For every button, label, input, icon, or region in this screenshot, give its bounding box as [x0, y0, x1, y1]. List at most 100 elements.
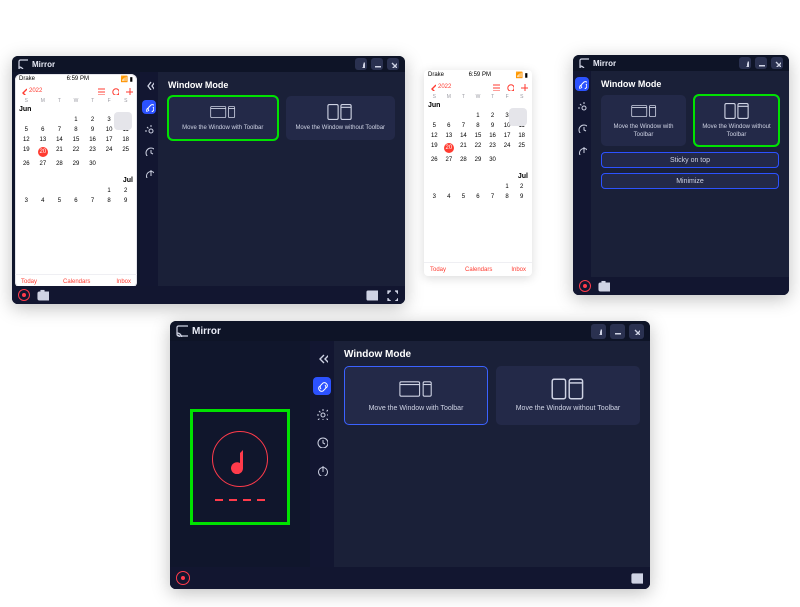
sidebar-item-window-mode[interactable] [142, 100, 156, 114]
titlebar: Mirror [170, 321, 650, 341]
mode-card-with-toolbar[interactable]: Move the Window with Toolbar [344, 366, 488, 425]
titlebar: Mirror [12, 56, 405, 72]
sidebar-item-settings[interactable] [142, 122, 156, 136]
sidebar-item-recent[interactable] [575, 121, 589, 135]
calendars-button[interactable]: Calendars [63, 279, 90, 285]
close-button[interactable] [387, 58, 399, 70]
today-cell[interactable]: 20 [35, 145, 52, 159]
menu-icon[interactable] [97, 87, 105, 95]
layout-button[interactable] [630, 572, 644, 584]
main-panel: Window Mode Move the Window with Toolbar… [334, 341, 650, 589]
mode-label: Move the Window with Toolbar [369, 405, 464, 414]
add-icon[interactable] [125, 87, 133, 95]
app-title: Mirror [192, 326, 221, 337]
pin-button[interactable] [739, 57, 751, 69]
footer [170, 567, 650, 589]
carrier-text: Drake [19, 76, 35, 82]
footer [12, 286, 405, 304]
calendar-footer: Today Calendars Inbox [424, 262, 532, 276]
search-icon[interactable] [506, 83, 514, 91]
sidebar-item-recent[interactable] [142, 144, 156, 158]
collapse-button[interactable] [142, 78, 156, 92]
sidebar-item-power[interactable] [575, 143, 589, 157]
today-button[interactable]: Today [430, 267, 446, 273]
statusbar-time: 6:59 PM [469, 72, 491, 78]
battery-icon: 📶 ▮ [516, 72, 528, 79]
camera-button[interactable] [36, 289, 50, 301]
layout-button[interactable] [365, 289, 379, 301]
statusbar-time: 6:59 PM [67, 76, 89, 82]
pin-button[interactable] [355, 58, 367, 70]
mode-label: Move the Window with Toolbar [606, 124, 681, 139]
sidebar-item-power[interactable] [142, 166, 156, 180]
add-widget[interactable] [114, 112, 132, 130]
back-icon[interactable] [428, 83, 436, 91]
mirrored-device: Drake 6:59 PM 📶 ▮ 2022 SM [15, 74, 137, 288]
add-icon[interactable] [520, 83, 528, 91]
music-circle-icon [212, 431, 268, 487]
sidebar [310, 341, 334, 589]
calendar-nav: 2022 [15, 84, 137, 98]
close-button[interactable] [771, 57, 783, 69]
cast-icon [18, 59, 28, 69]
mode-label: Move the Window without Toolbar [516, 405, 621, 414]
mode-card-without-toolbar[interactable]: Move the Window without Toolbar [694, 95, 779, 146]
minimize-action-button[interactable]: Minimize [601, 173, 779, 189]
minimize-button[interactable] [371, 58, 383, 70]
mode-card-without-toolbar[interactable]: Move the Window without Toolbar [286, 96, 396, 140]
sidebar-item-window-mode[interactable] [575, 77, 589, 91]
calendar-grid-jul[interactable]: 12 3456789 [424, 182, 532, 208]
calendars-button[interactable]: Calendars [465, 267, 492, 273]
today-button[interactable]: Today [21, 279, 37, 285]
month-label-jul: Jul [424, 171, 532, 182]
collapse-button[interactable] [313, 349, 331, 367]
minimize-button[interactable] [610, 324, 625, 339]
add-widget[interactable] [509, 108, 527, 126]
mode-label: Move the Window with Toolbar [182, 125, 263, 133]
back-icon[interactable] [19, 87, 27, 95]
search-icon[interactable] [111, 87, 119, 95]
carrier-text: Drake [428, 72, 444, 78]
mode-card-without-toolbar[interactable]: Move the Window without Toolbar [496, 366, 640, 425]
menu-icon[interactable] [492, 83, 500, 91]
cast-icon [176, 325, 188, 337]
cast-icon [579, 58, 589, 68]
sidebar-item-window-mode[interactable] [313, 377, 331, 395]
mode-label: Move the Window without Toolbar [295, 125, 385, 133]
mirror-window-2: Mirror Window Mode Move the Window with … [573, 55, 789, 295]
main-panel: Window Mode Move the Window with Toolbar… [591, 71, 789, 295]
sticky-on-top-button[interactable]: Sticky on top [601, 152, 779, 168]
expand-button[interactable] [385, 289, 399, 301]
year-label[interactable]: 2022 [438, 84, 451, 90]
sidebar-item-power[interactable] [313, 461, 331, 479]
music-note-icon [225, 444, 255, 474]
year-label[interactable]: 2022 [29, 88, 42, 94]
panel-title: Window Mode [601, 79, 779, 89]
mirror-window-3: Mirror Window Mod [170, 321, 650, 589]
record-button[interactable] [18, 289, 30, 301]
mode-card-with-toolbar[interactable]: Move the Window with Toolbar [601, 95, 686, 146]
pin-button[interactable] [591, 324, 606, 339]
panel-title: Window Mode [344, 349, 640, 360]
mode-card-with-toolbar[interactable]: Move the Window with Toolbar [168, 96, 278, 140]
sidebar-item-settings[interactable] [575, 99, 589, 113]
today-cell[interactable]: 20 [442, 141, 457, 155]
record-button[interactable] [579, 280, 591, 292]
calendar-nav: 2022 [424, 80, 532, 94]
inbox-button[interactable]: Inbox [511, 267, 526, 273]
sidebar [140, 72, 158, 304]
mirrored-device-detached: Drake 6:59 PM 📶 ▮ 2022 SMTWTFS Jun 1234 … [424, 70, 532, 276]
camera-button[interactable] [597, 280, 611, 292]
calendar-grid-jul[interactable]: 12 3456789 [15, 186, 137, 212]
phone-statusbar: Drake 6:59 PM 📶 ▮ [424, 70, 532, 80]
battery-icon: 📶 ▮ [121, 76, 133, 83]
minimize-button[interactable] [755, 57, 767, 69]
month-label-jul: Jul [15, 175, 137, 186]
equalizer-icon [215, 499, 265, 503]
sidebar-item-recent[interactable] [313, 433, 331, 451]
inbox-button[interactable]: Inbox [116, 279, 131, 285]
sidebar-item-settings[interactable] [313, 405, 331, 423]
panel-title: Window Mode [168, 80, 395, 90]
record-button[interactable] [176, 571, 190, 585]
close-button[interactable] [629, 324, 644, 339]
